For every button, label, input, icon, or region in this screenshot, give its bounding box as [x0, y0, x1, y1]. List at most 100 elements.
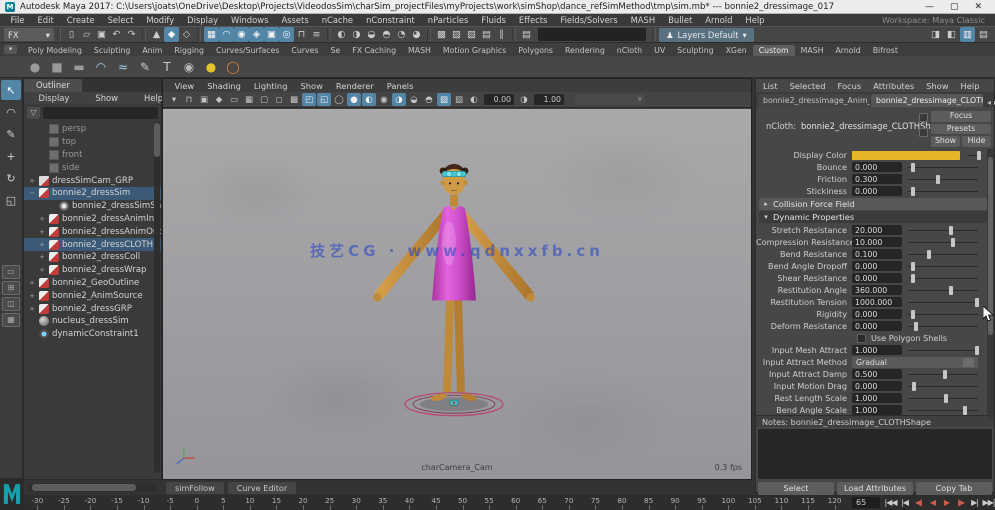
attribute-value-field[interactable]: 10.000 [852, 237, 902, 247]
shelf-tab[interactable]: Sculpting [88, 45, 136, 56]
go-to-end-button[interactable]: ▶▶| [982, 498, 995, 507]
attribute-dropdown[interactable]: Gradual [852, 357, 978, 368]
frame-tick[interactable]: 45 [423, 495, 450, 510]
screen-ao-icon[interactable]: ◒ [407, 93, 421, 106]
frame-tick[interactable]: 50 [449, 495, 476, 510]
menu-item[interactable]: Fluids [475, 15, 512, 25]
frame-tick[interactable]: 30 [343, 495, 370, 510]
make-live-icon[interactable]: ◎ [279, 27, 294, 42]
tab-prev-icon[interactable]: ◂ [987, 98, 991, 107]
sequence-render-icon[interactable]: ▤ [479, 27, 494, 42]
menu-item[interactable]: Modify [140, 15, 181, 25]
section-arrow-icon[interactable]: ▾ [759, 213, 773, 221]
command-line-input[interactable] [538, 28, 646, 41]
viewport-menu-item[interactable]: Panels [380, 81, 420, 91]
slider-handle[interactable] [975, 298, 979, 307]
shelf-tab[interactable]: MASH [402, 45, 437, 56]
select-hierarchy-icon[interactable]: ▲ [149, 27, 164, 42]
outliner-tab[interactable]: Outliner [24, 79, 82, 92]
outliner-vertical-scrollbar[interactable] [154, 121, 160, 473]
shaded-icon[interactable]: ● [347, 93, 361, 106]
menu-item[interactable]: MASH [624, 15, 662, 25]
slider-handle[interactable] [977, 151, 981, 160]
gamma-field[interactable]: 1.00 [534, 94, 564, 105]
attribute-editor-menu-item[interactable]: Focus [832, 81, 866, 91]
frame-tick[interactable]: 55 [476, 495, 503, 510]
frame-tick[interactable]: 110 [768, 495, 795, 510]
gate-mask-icon[interactable]: ▩ [287, 93, 301, 106]
viewport-menu-item[interactable]: Lighting [247, 81, 294, 91]
shelf-tab[interactable]: Motion Graphics [437, 45, 512, 56]
bookmarks-icon[interactable]: ◆ [212, 93, 226, 106]
notes-textarea[interactable] [758, 429, 992, 479]
gamma-icon[interactable]: ◑ [517, 93, 531, 106]
shelf-tab[interactable]: FX Caching [346, 45, 402, 56]
outliner-item[interactable]: + bonnie2_dressCLOTH [24, 238, 161, 251]
safe-action-icon[interactable]: ◰ [302, 93, 316, 106]
frame-tick[interactable]: 75 [582, 495, 609, 510]
shelf-tab[interactable]: Curves/Surfaces [210, 45, 285, 56]
attribute-editor-menu-item[interactable]: Help [956, 81, 985, 91]
input-operations-icon[interactable]: ◓ [379, 27, 394, 42]
shelf-text-icon[interactable]: T [158, 58, 176, 76]
frame-tick[interactable]: 0 [183, 495, 210, 510]
outliner-item[interactable]: bonnie2_dressSimShape [24, 200, 161, 213]
save-scene-icon[interactable]: ▣ [94, 27, 109, 42]
slider-handle[interactable] [949, 286, 953, 295]
layers-default-button[interactable]: ♟ Layers Default ▾ [659, 28, 754, 42]
close-button[interactable]: ✕ [974, 2, 982, 12]
slider-handle[interactable] [911, 274, 915, 283]
shelf-tab[interactable]: Sculpting [671, 45, 719, 56]
slider-handle[interactable] [911, 163, 915, 172]
attribute-slider[interactable] [908, 225, 978, 235]
frame-tick[interactable]: -10 [130, 495, 157, 510]
menu-item[interactable]: Help [739, 15, 771, 25]
notes-header[interactable]: Notes: bonnie2_dressimage_CLOTHShape [756, 415, 994, 427]
slider-handle[interactable] [911, 187, 915, 196]
image-plane-icon[interactable]: ▭ [227, 93, 241, 106]
outliner-menu-item[interactable]: Show [89, 93, 125, 103]
attribute-editor-footer-button[interactable]: Select [758, 482, 834, 495]
frame-tick[interactable]: 35 [370, 495, 397, 510]
render-view-icon[interactable]: ▩ [434, 27, 449, 42]
snap-plane-icon[interactable]: ◈ [249, 27, 264, 42]
layout-persp-outliner-button[interactable]: ◫ [2, 297, 20, 311]
menu-item[interactable]: Edit [31, 15, 60, 25]
attribute-slider[interactable] [908, 345, 978, 355]
shelf-tab[interactable]: Anim [136, 45, 168, 56]
frame-tick[interactable]: -5 [157, 495, 184, 510]
attribute-value-field[interactable]: 20.000 [852, 225, 902, 235]
attribute-value-field[interactable]: 0.000 [852, 381, 902, 391]
film-gate-icon[interactable]: ▢ [257, 93, 271, 106]
go-to-start-button[interactable]: |◀◀ [884, 498, 897, 507]
menu-item[interactable]: File [4, 15, 31, 25]
shelf-camera-icon[interactable]: ◉ [180, 58, 198, 76]
attribute-slider[interactable] [908, 405, 978, 415]
exposure-field[interactable]: 0.00 [484, 94, 514, 105]
attribute-value-field[interactable]: 0.000 [852, 162, 902, 172]
attribute-slider[interactable] [908, 174, 978, 184]
attribute-editor-scrollbar[interactable] [987, 149, 994, 419]
outliner-item[interactable]: + bonnie2_dressGRP [24, 302, 161, 315]
snap-curve-icon[interactable]: ◠ [219, 27, 234, 42]
shelf-tab[interactable]: Curves [285, 45, 324, 56]
output-operations-icon[interactable]: ◔ [394, 27, 409, 42]
menu-item[interactable]: Fields/Solvers [554, 15, 624, 25]
resolution-gate-icon[interactable]: ◻ [272, 93, 286, 106]
expand-caret-icon[interactable]: + [28, 292, 36, 300]
attribute-slider[interactable] [908, 273, 978, 283]
frame-tick[interactable]: 5 [210, 495, 237, 510]
maximize-button[interactable]: ▢ [950, 2, 959, 12]
expand-caret-icon[interactable]: + [38, 215, 46, 223]
wireframe-icon[interactable]: ◯ [332, 93, 346, 106]
attribute-value-field[interactable]: 0.000 [852, 309, 902, 319]
textured-icon[interactable]: ◐ [362, 93, 376, 106]
attribute-slider[interactable] [968, 150, 978, 160]
live-surface-dropdown[interactable]: ▾ [575, 94, 645, 105]
attribute-slider[interactable] [908, 249, 978, 259]
attribute-value-field[interactable]: 0.500 [852, 369, 902, 379]
slider-handle[interactable] [927, 250, 931, 259]
viewport-canvas[interactable]: 技艺CG · www.qdnxxfb.cn charCamera_Cam 0.3… [163, 109, 751, 479]
shelf-poly-sphere-icon[interactable]: ● [26, 58, 44, 76]
outliner-item[interactable]: + bonnie2_GeoOutline [24, 277, 161, 290]
